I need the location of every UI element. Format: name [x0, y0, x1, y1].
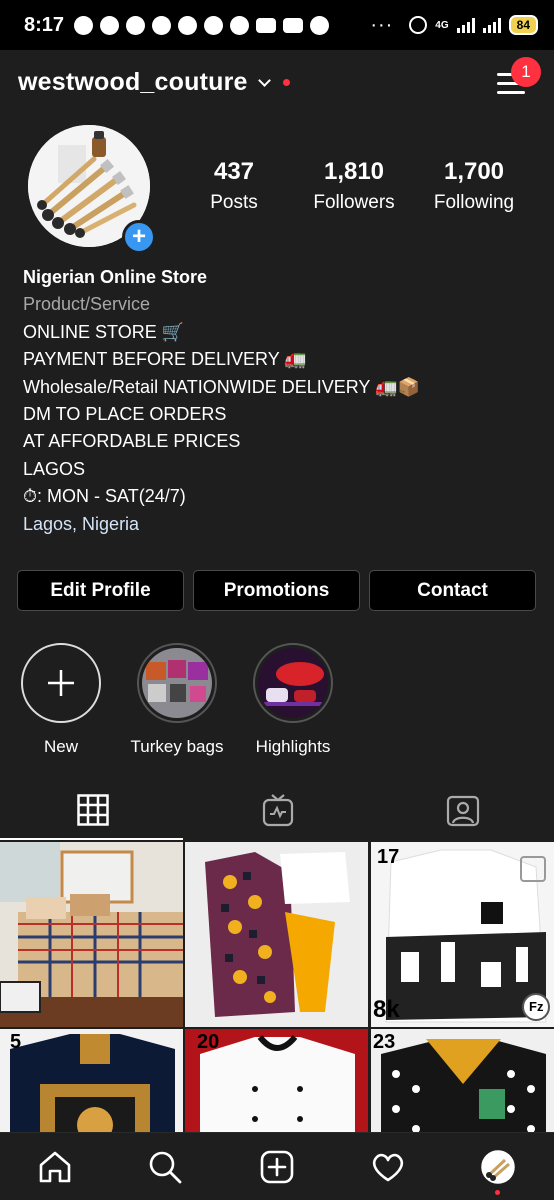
highlight-label: Highlights — [255, 737, 331, 756]
bedding-photo — [0, 842, 183, 1027]
grid-icon — [76, 794, 109, 826]
bags-thumbnail — [142, 648, 212, 718]
highlight-ring — [253, 643, 333, 723]
profile-bio: Nigerian Online Store Product/Service ON… — [23, 264, 543, 538]
following-label: Following — [433, 192, 515, 213]
bio-line: LAGOS — [23, 458, 86, 479]
post-tile[interactable]: 23 — [371, 1029, 554, 1132]
app-notification-icon — [152, 15, 172, 35]
new-post-icon — [260, 1150, 294, 1184]
notification-icons — [74, 15, 330, 35]
status-bar: 8:17 ··· 4G 84 — [0, 0, 554, 50]
highlight-ring — [137, 643, 217, 723]
posts-label: Posts — [210, 192, 258, 213]
igtv-icon — [262, 794, 293, 827]
post-overlay-text: 8k — [373, 996, 400, 1023]
post-number-label: 17 — [377, 846, 400, 868]
menu-badge: 1 — [511, 57, 541, 87]
highlight-label: New — [43, 737, 78, 756]
notification-dot — [495, 1190, 500, 1195]
bio-line: AT AFFORDABLE PRICES — [23, 431, 241, 452]
nav-activity[interactable] — [368, 1147, 408, 1187]
app-notification-icon — [100, 15, 120, 35]
nav-search[interactable] — [145, 1147, 185, 1187]
profile-tabs — [0, 780, 554, 840]
highlight-highlights[interactable]: Highlights — [243, 643, 343, 757]
hamburger-icon-line — [497, 91, 525, 94]
bottom-navigation — [0, 1132, 554, 1200]
posts-grid: 17 8k Fz 5 20 23 — [0, 842, 554, 1132]
corner-logo: Fz — [529, 999, 544, 1014]
contact-button[interactable]: Contact — [369, 570, 536, 611]
battery-indicator: 84 — [508, 15, 538, 35]
search-icon — [149, 1151, 182, 1184]
network-type: 4G — [435, 19, 449, 31]
promotions-button[interactable]: Promotions — [193, 570, 360, 611]
profile-avatar-icon — [481, 1150, 515, 1184]
add-story-button[interactable]: + — [122, 220, 156, 254]
account-switcher[interactable]: westwood_couture — [18, 68, 290, 97]
nav-create[interactable] — [257, 1147, 297, 1187]
shirt-photo — [0, 1029, 183, 1132]
post-tile[interactable] — [0, 842, 183, 1027]
posts-count: 437 — [213, 158, 255, 185]
status-time: 8:17 — [24, 13, 65, 36]
followers-stat[interactable]: 1,810 Followers — [294, 158, 414, 214]
post-tile[interactable] — [185, 842, 368, 1027]
username: westwood_couture — [18, 68, 248, 96]
nav-home[interactable] — [35, 1147, 75, 1187]
highlight-turkey-bags[interactable]: Turkey bags — [127, 643, 227, 757]
youtube-icon — [256, 17, 277, 33]
heart-icon — [372, 1153, 404, 1182]
post-tile[interactable]: 17 8k Fz — [371, 842, 554, 1027]
bio-line: ⏱: MON - SAT(24/7) — [23, 486, 186, 507]
post-tile[interactable]: 5 — [0, 1029, 183, 1132]
post-tile[interactable]: 20 — [185, 1029, 368, 1132]
profile-category: Product/Service — [23, 294, 151, 315]
signal-icon — [482, 17, 501, 33]
profile-screen: westwood_couture 1 + 437 Posts 1,810 Fol… — [0, 50, 554, 1200]
signal-icon — [456, 17, 475, 33]
active-tab-indicator — [0, 838, 183, 840]
tab-tagged[interactable] — [370, 780, 554, 840]
plus-icon — [21, 643, 101, 723]
app-notification-icon — [178, 15, 198, 35]
facebook-icon — [74, 15, 94, 35]
following-stat[interactable]: 1,700 Following — [414, 158, 534, 214]
following-count: 1,700 — [443, 158, 505, 185]
profile-name: Nigerian Online Store — [23, 267, 208, 287]
twitter-icon — [310, 15, 330, 35]
bio-line: PAYMENT BEFORE DELIVERY 🚛 — [23, 349, 307, 370]
followers-label: Followers — [313, 192, 395, 213]
shirt-photo — [371, 1029, 554, 1132]
chevron-down-icon — [257, 74, 271, 87]
notification-dot — [282, 79, 290, 86]
app-notification-icon — [126, 15, 146, 35]
bio-line: DM TO PLACE ORDERS — [23, 403, 227, 424]
highlight-label: Turkey bags — [130, 737, 224, 756]
post-number-label: 5 — [10, 1031, 22, 1053]
tab-igtv[interactable] — [185, 780, 370, 840]
posts-stat[interactable]: 437 Posts — [174, 158, 294, 214]
post-number-label: 20 — [197, 1031, 220, 1053]
tab-grid[interactable] — [0, 780, 185, 840]
bio-line: Wholesale/Retail NATIONWIDE DELIVERY 🚛📦 — [23, 376, 420, 397]
highlight-new[interactable]: New — [11, 643, 111, 757]
post-number-label: 23 — [373, 1031, 396, 1053]
bio-line: ONLINE STORE 🛒 — [23, 321, 185, 342]
alarm-icon — [204, 15, 224, 35]
edit-profile-button[interactable]: Edit Profile — [17, 570, 184, 611]
profile-location-link[interactable]: Lagos, Nigeria — [23, 511, 543, 538]
alarm-icon — [409, 16, 428, 34]
tinder-icon — [230, 15, 250, 35]
followers-count: 1,810 — [323, 158, 385, 185]
youtube-icon — [283, 17, 304, 33]
african-print-outfit-photo — [185, 842, 368, 1027]
sneakers-thumbnail — [258, 648, 328, 718]
nav-profile[interactable] — [478, 1147, 518, 1187]
home-icon — [39, 1151, 71, 1183]
more-notifications-icon: ··· — [370, 13, 394, 36]
tagged-person-icon — [446, 795, 479, 827]
